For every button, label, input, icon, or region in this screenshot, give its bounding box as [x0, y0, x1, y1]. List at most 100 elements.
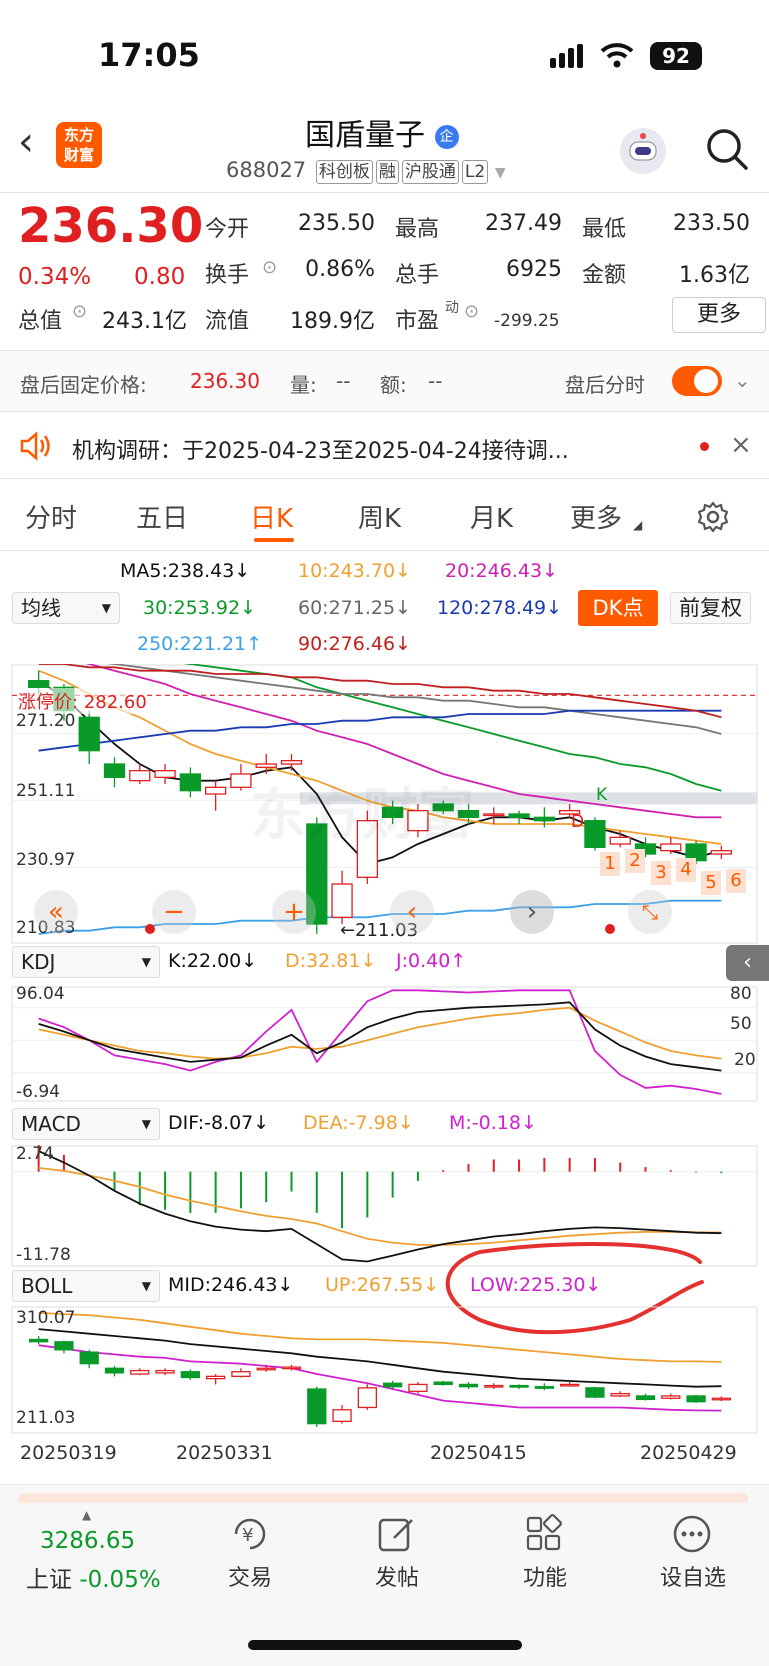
- kdj-level-80: 80: [730, 984, 752, 1004]
- stock-name: 国盾量子: [305, 118, 425, 153]
- stock-code: 688027: [226, 158, 307, 182]
- tab-more[interactable]: 更多: [570, 498, 622, 535]
- adjust-button[interactable]: 前复权: [670, 592, 751, 624]
- candle: [331, 883, 353, 918]
- market-cap-label: 总值: [18, 309, 63, 334]
- tab-five-day[interactable]: 五日: [136, 498, 188, 535]
- signal-dot: [145, 924, 155, 934]
- amount-value: 1.63亿: [679, 263, 750, 288]
- stock-code-row[interactable]: 688027 科创板融沪股通 L2 ▼: [226, 158, 506, 184]
- candle: [230, 773, 252, 788]
- pe-label: 市盈: [395, 309, 440, 334]
- info-icon[interactable]: ⊙: [72, 301, 87, 322]
- after-hours-toggle[interactable]: [672, 366, 722, 396]
- status-time: 17:05: [98, 36, 200, 74]
- enterprise-icon: 企: [434, 124, 459, 149]
- candle: [180, 1371, 201, 1379]
- panel-collapse-icon[interactable]: ‹: [726, 945, 769, 981]
- ma-selector[interactable]: 均线 ▼: [12, 592, 120, 624]
- candle: [609, 836, 631, 845]
- ma120-value: 120:278.49↓: [437, 597, 563, 619]
- post-label[interactable]: 发帖: [367, 1560, 427, 1592]
- low-value: 233.50: [673, 211, 750, 236]
- bottom-promo-edge: [18, 1493, 748, 1503]
- candle: [382, 1382, 403, 1388]
- kdj-level-20: 20: [734, 1050, 756, 1070]
- dk-point-button[interactable]: DK点: [578, 590, 658, 626]
- tab-monthly-k[interactable]: 月K: [470, 498, 513, 535]
- candle: [559, 1383, 580, 1387]
- eastmoney-logo: 东方 财富: [56, 122, 102, 168]
- candle: [256, 1367, 276, 1371]
- unread-dot: [700, 442, 709, 451]
- market-cap-value: 243.1亿: [102, 309, 187, 334]
- date-label: 20250415: [430, 1442, 527, 1464]
- tab-intraday[interactable]: 分时: [25, 498, 77, 535]
- tag-connect: 沪股通: [401, 160, 459, 184]
- zoom-out-icon[interactable]: −: [152, 890, 196, 934]
- candle: [585, 1387, 605, 1398]
- boll-y-min: 211.03: [16, 1408, 76, 1428]
- candle: [533, 816, 556, 822]
- trade-icon[interactable]: ¥: [228, 1514, 272, 1558]
- kdj-selector[interactable]: KDJ ▼: [12, 946, 160, 978]
- kdj-d-line: [38, 1006, 722, 1060]
- candle: [179, 773, 202, 792]
- search-icon[interactable]: [704, 126, 750, 176]
- macd-selector[interactable]: MACD ▼: [12, 1108, 160, 1140]
- boll-selector[interactable]: BOLL ▼: [12, 1270, 160, 1302]
- back-icon[interactable]: ‹: [18, 122, 34, 162]
- add-watchlist-label[interactable]: 设自选: [653, 1560, 733, 1592]
- battery-level: 92: [662, 44, 690, 68]
- kdj-k-value: K:22.00↓: [168, 950, 258, 972]
- candle: [660, 843, 682, 852]
- function-icon[interactable]: [524, 1514, 568, 1558]
- y-label-top: 271.20: [16, 711, 76, 731]
- panel-frame: [11, 986, 758, 1102]
- buy-mark: 5: [701, 871, 721, 895]
- scroll-left-icon[interactable]: ‹: [390, 890, 434, 934]
- post-icon[interactable]: [376, 1514, 420, 1558]
- gear-icon[interactable]: [696, 500, 730, 538]
- more-button[interactable]: 更多: [672, 297, 766, 333]
- tab-daily-k[interactable]: 日K: [250, 498, 293, 535]
- info-icon[interactable]: ⊙: [262, 257, 277, 278]
- high-label: 最高: [395, 217, 440, 242]
- trade-label[interactable]: 交易: [220, 1560, 280, 1592]
- signal-icon: [550, 44, 586, 72]
- buy-mark: 4: [676, 858, 696, 882]
- close-icon[interactable]: ×: [730, 430, 752, 460]
- zoom-in-icon[interactable]: +: [272, 890, 316, 934]
- fullscreen-icon[interactable]: ⤡: [628, 890, 672, 934]
- boll-low-line: [38, 1344, 722, 1412]
- candle: [103, 763, 126, 778]
- y-label-mid: 251.11: [16, 781, 76, 801]
- after-hours-amt: --: [428, 369, 443, 393]
- candle: [686, 1395, 706, 1403]
- volume-value: 6925: [506, 257, 562, 282]
- tab-weekly-k[interactable]: 周K: [358, 498, 401, 535]
- kdj-y-max: 96.04: [16, 984, 65, 1004]
- more-options-icon[interactable]: [672, 1514, 716, 1558]
- ma250-value: 250:221.21↑: [137, 633, 263, 655]
- info-icon[interactable]: ⊙: [464, 301, 479, 322]
- candle: [280, 760, 303, 765]
- index-row[interactable]: 上证 -0.05%: [26, 1560, 161, 1594]
- news-ticker[interactable]: 机构调研：于2025-04-23至2025-04-24接待调...: [72, 433, 672, 465]
- caret-up-icon: ▲: [82, 1508, 92, 1522]
- rewind-icon[interactable]: «: [34, 890, 78, 934]
- candle: [357, 1387, 378, 1409]
- candle: [231, 1371, 251, 1377]
- candle: [205, 1375, 226, 1380]
- index-value[interactable]: 3286.65: [40, 1528, 135, 1554]
- function-label[interactable]: 功能: [515, 1560, 575, 1592]
- candle: [78, 716, 100, 752]
- chevron-down-icon[interactable]: ⌄: [734, 368, 751, 392]
- tag-margin: 融: [375, 160, 399, 184]
- robot-assistant-icon[interactable]: [620, 128, 666, 174]
- scroll-right-icon[interactable]: ›: [510, 890, 554, 934]
- pe-dynamic-label: 动: [445, 300, 459, 316]
- candle: [255, 763, 277, 768]
- volume-label: 总手: [395, 263, 440, 288]
- turnover-label: 换手: [205, 263, 250, 288]
